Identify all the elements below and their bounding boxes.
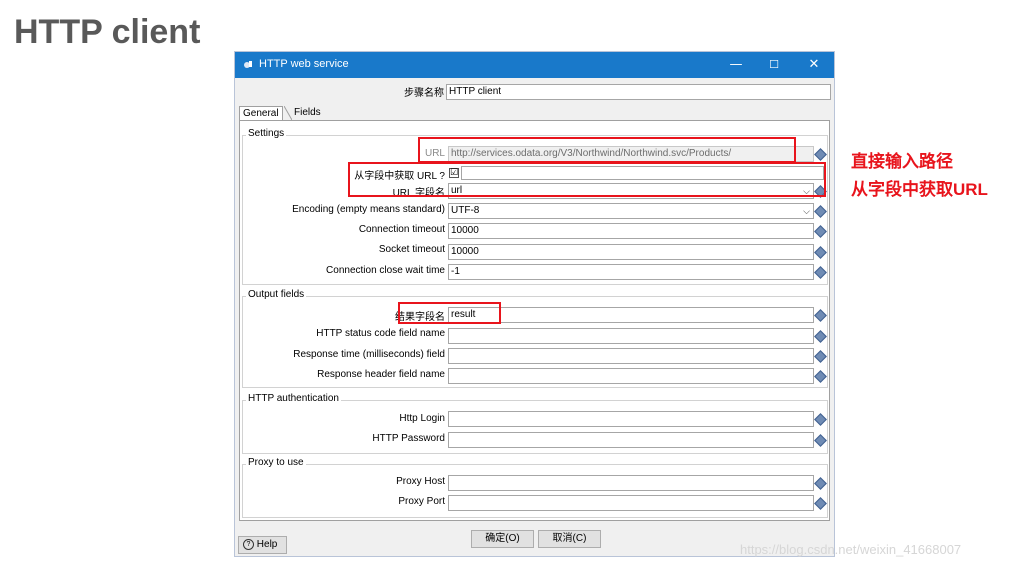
- socket-timeout-input[interactable]: 10000: [448, 244, 814, 260]
- tab-general[interactable]: General: [239, 106, 283, 121]
- help-icon: ?: [243, 538, 254, 550]
- proxy-host-label: Proxy Host: [396, 476, 445, 487]
- close-wait-label: Connection close wait time: [326, 265, 445, 276]
- close-wait-input[interactable]: -1: [448, 264, 814, 280]
- proxy-port-label: Proxy Port: [398, 496, 445, 507]
- annotation-url-from-field: 从字段中获取URL: [851, 180, 988, 199]
- response-header-label: Response header field name: [317, 369, 445, 380]
- encoding-select[interactable]: UTF-8 ⌵: [448, 203, 814, 219]
- tab-fields[interactable]: Fields: [291, 106, 324, 120]
- status-code-input[interactable]: [448, 328, 814, 344]
- step-name-input[interactable]: HTTP client: [446, 84, 831, 100]
- highlight-url-from-field-box: [348, 162, 826, 197]
- settings-group-title: Settings: [246, 128, 287, 139]
- annotation-direct-path: 直接输入路径: [851, 152, 953, 171]
- response-time-label: Response time (milliseconds) field: [293, 349, 445, 360]
- close-button[interactable]: ✕: [799, 55, 829, 75]
- cancel-button[interactable]: 取消(C): [538, 530, 601, 548]
- response-header-input[interactable]: [448, 368, 814, 384]
- watermark: https://blog.csdn.net/weixin_41668007: [740, 542, 962, 557]
- chevron-down-icon[interactable]: ⌵: [803, 204, 810, 218]
- proxy-group-title: Proxy to use: [246, 457, 306, 468]
- slide-title: HTTP client: [14, 13, 201, 51]
- http-authentication-group-title: HTTP authentication: [246, 393, 341, 404]
- http-web-service-dialog: HTTP web service — ☐ ✕ 步骤名称 HTTP client …: [234, 51, 835, 557]
- tab-separator: [284, 106, 292, 121]
- http-password-label: HTTP Password: [372, 433, 445, 444]
- maximize-button[interactable]: ☐: [759, 55, 789, 75]
- result-field-name-input[interactable]: result: [448, 307, 814, 323]
- response-time-input[interactable]: [448, 348, 814, 364]
- highlight-result-box: [398, 302, 501, 324]
- window-title: HTTP web service: [259, 58, 349, 70]
- socket-timeout-label: Socket timeout: [378, 244, 445, 255]
- step-name-label: 步骤名称: [404, 88, 444, 99]
- status-code-label: HTTP status code field name: [316, 328, 445, 339]
- help-button[interactable]: ? Help: [238, 536, 287, 554]
- http-login-label: Http Login: [399, 413, 445, 424]
- ok-button[interactable]: 确定(O): [471, 530, 534, 548]
- connection-timeout-label: Connection timeout: [358, 224, 445, 235]
- proxy-host-input[interactable]: [448, 475, 814, 491]
- connection-timeout-input[interactable]: 10000: [448, 223, 814, 239]
- http-login-input[interactable]: [448, 411, 814, 427]
- http-password-input[interactable]: [448, 432, 814, 448]
- kettle-app-icon: [244, 61, 252, 68]
- encoding-value: UTF-8: [451, 205, 480, 216]
- output-fields-group-title: Output fields: [246, 289, 307, 300]
- encoding-label: Encoding (empty means standard): [292, 204, 445, 215]
- window-titlebar[interactable]: HTTP web service — ☐ ✕: [235, 52, 834, 78]
- help-label: Help: [256, 539, 278, 550]
- proxy-port-input[interactable]: [448, 495, 814, 511]
- minimize-button[interactable]: —: [721, 55, 751, 75]
- highlight-url-box: [418, 137, 796, 163]
